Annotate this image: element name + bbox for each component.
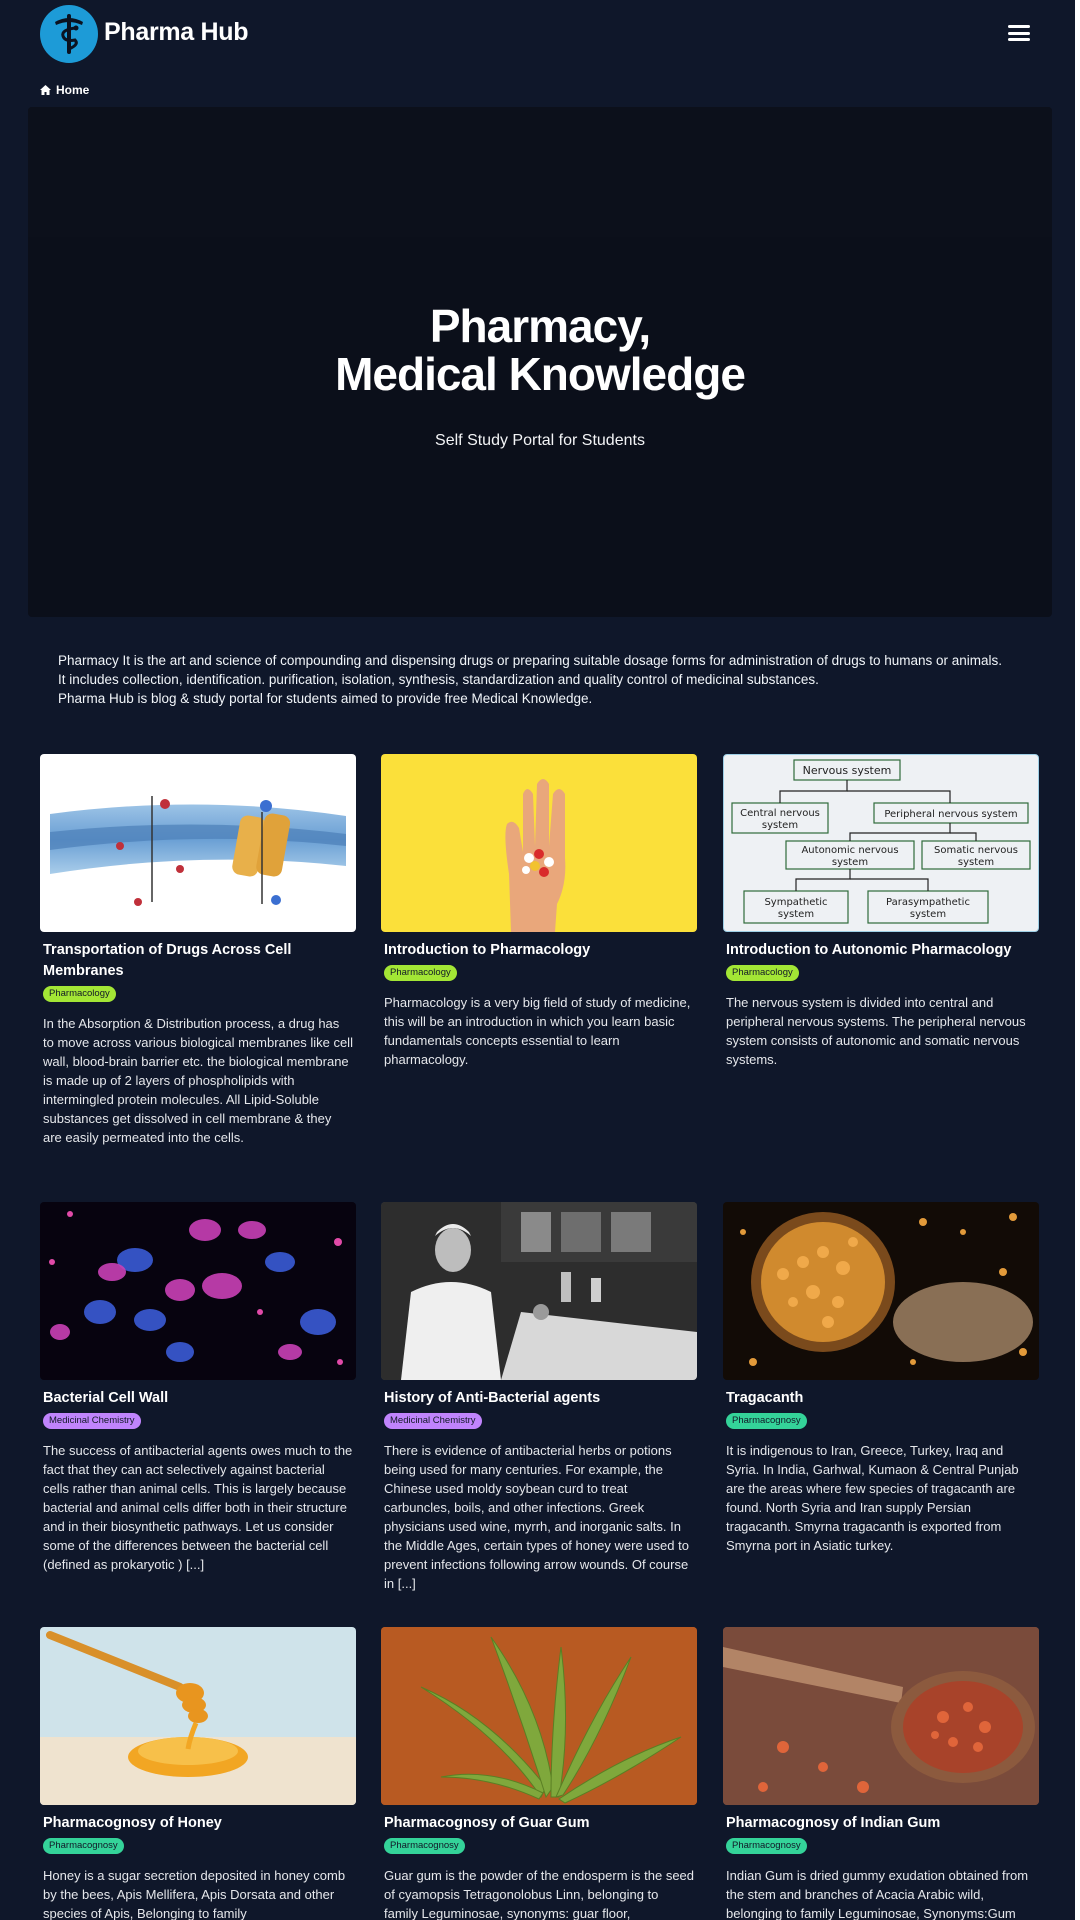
- category-tag[interactable]: Pharmacology: [726, 965, 799, 981]
- post-card[interactable]: Introduction to Pharmacology Pharmacolog…: [381, 754, 697, 1069]
- post-title[interactable]: Pharmacognosy of Honey: [43, 1813, 353, 1834]
- pharma-hub-logo[interactable]: [40, 5, 98, 63]
- post-card[interactable]: Pharmacognosy of Honey Pharmacognosy Hon…: [40, 1627, 356, 1920]
- svg-text:Parasympathetic: Parasympathetic: [886, 897, 970, 908]
- post-card[interactable]: History of Anti-Bacterial agents Medicin…: [381, 1202, 697, 1593]
- post-excerpt: Indian Gum is dried gummy exudation obta…: [726, 1868, 1029, 1920]
- hero-banner: Pharmacy, Medical Knowledge Self Study P…: [28, 107, 1052, 617]
- post-card[interactable]: Pharmacognosy of Indian Gum Pharmacognos…: [723, 1627, 1039, 1920]
- category-tag[interactable]: Medicinal Chemistry: [384, 1413, 482, 1429]
- post-title[interactable]: History of Anti-Bacterial agents: [384, 1388, 694, 1409]
- hero-title: Pharmacy, Medical Knowledge: [28, 302, 1052, 398]
- diagram-node: Nervous system: [803, 764, 892, 777]
- svg-text:system: system: [910, 909, 946, 920]
- hamburger-line: [1008, 38, 1030, 41]
- post-excerpt: Guar gum is the powder of the endosperm …: [384, 1868, 695, 1920]
- svg-text:system: system: [832, 857, 868, 868]
- post-excerpt: Pharmacology is a very big field of stud…: [384, 995, 691, 1067]
- category-tag[interactable]: Pharmacognosy: [726, 1413, 807, 1429]
- svg-text:system: system: [762, 820, 798, 831]
- post-card[interactable]: Bacterial Cell Wall Medicinal Chemistry …: [40, 1202, 356, 1574]
- hero-title-line: Medical Knowledge: [335, 348, 746, 400]
- site-header: Pharma Hub: [0, 0, 1075, 70]
- hamburger-menu-button[interactable]: [1005, 22, 1033, 44]
- svg-text:Central nervous: Central nervous: [740, 808, 820, 819]
- post-title[interactable]: Bacterial Cell Wall: [43, 1388, 353, 1409]
- page: Pharma Hub Home Pharmacy, Medical Knowle…: [0, 0, 1080, 1920]
- post-thumbnail-scientist-photo[interactable]: [381, 1202, 697, 1380]
- post-excerpt: In the Absorption & Distribution process…: [43, 1016, 353, 1145]
- post-thumbnail-pills-hand[interactable]: [381, 754, 697, 932]
- intro-line: It includes collection, identification. …: [58, 672, 819, 687]
- post-title[interactable]: Pharmacognosy of Indian Gum: [726, 1813, 1036, 1834]
- post-thumbnail-indian-gum[interactable]: [723, 1627, 1039, 1805]
- breadcrumb: Home: [40, 83, 89, 97]
- hero-top-band: [28, 107, 1052, 237]
- category-tag[interactable]: Pharmacognosy: [726, 1838, 807, 1854]
- caduceus-icon: [55, 14, 83, 54]
- post-title[interactable]: Transportation of Drugs Across Cell Memb…: [43, 940, 353, 982]
- post-thumbnail-bacterial-cells[interactable]: [40, 1202, 356, 1380]
- home-icon: [40, 85, 51, 95]
- post-thumbnail-cell-membrane[interactable]: [40, 754, 356, 932]
- post-title[interactable]: Introduction to Pharmacology: [384, 940, 694, 961]
- svg-text:Autonomic nervous: Autonomic nervous: [801, 845, 898, 856]
- intro-line: Pharma Hub is blog & study portal for st…: [58, 691, 593, 706]
- hero-title-line: Pharmacy,: [429, 300, 651, 352]
- category-tag[interactable]: Pharmacognosy: [384, 1838, 465, 1854]
- post-excerpt: It is indigenous to Iran, Greece, Turkey…: [726, 1443, 1019, 1553]
- category-tag[interactable]: Pharmacology: [384, 965, 457, 981]
- brand-name[interactable]: Pharma Hub: [104, 18, 249, 47]
- diagram-node: Peripheral nervous system: [884, 809, 1017, 820]
- post-excerpt: The success of antibacterial agents owes…: [43, 1443, 353, 1572]
- category-tag[interactable]: Pharmacology: [43, 986, 116, 1002]
- post-excerpt: The nervous system is divided into centr…: [726, 995, 1026, 1067]
- post-thumbnail-honey[interactable]: [40, 1627, 356, 1805]
- intro-text: Pharmacy It is the art and science of co…: [58, 651, 1028, 708]
- post-card[interactable]: Nervous system Central nervous system Pe…: [723, 754, 1039, 1069]
- post-title[interactable]: Introduction to Autonomic Pharmacology: [726, 940, 1036, 961]
- post-title[interactable]: Pharmacognosy of Guar Gum: [384, 1813, 694, 1834]
- post-card[interactable]: Transportation of Drugs Across Cell Memb…: [40, 754, 356, 1147]
- svg-text:system: system: [778, 909, 814, 920]
- svg-text:Somatic nervous: Somatic nervous: [934, 845, 1018, 856]
- post-thumbnail-nervous-system-diagram[interactable]: Nervous system Central nervous system Pe…: [723, 754, 1039, 932]
- post-card[interactable]: Tragacanth Pharmacognosy It is indigenou…: [723, 1202, 1039, 1555]
- scrollbar-track[interactable]: [1075, 0, 1080, 1920]
- post-thumbnail-tragacanth[interactable]: [723, 1202, 1039, 1380]
- svg-text:Sympathetic: Sympathetic: [764, 897, 827, 908]
- post-card[interactable]: Pharmacognosy of Guar Gum Pharmacognosy …: [381, 1627, 697, 1920]
- intro-line: Pharmacy It is the art and science of co…: [58, 653, 1003, 668]
- post-thumbnail-guar-gum[interactable]: [381, 1627, 697, 1805]
- hamburger-line: [1008, 31, 1030, 35]
- hamburger-line: [1008, 25, 1030, 28]
- post-excerpt: Honey is a sugar secretion deposited in …: [43, 1868, 346, 1920]
- post-title[interactable]: Tragacanth: [726, 1388, 1036, 1409]
- category-tag[interactable]: Medicinal Chemistry: [43, 1413, 141, 1429]
- category-tag[interactable]: Pharmacognosy: [43, 1838, 124, 1854]
- breadcrumb-home-link[interactable]: Home: [56, 83, 89, 97]
- hero-subtitle: Self Study Portal for Students: [435, 432, 645, 449]
- post-excerpt: There is evidence of antibacterial herbs…: [384, 1443, 689, 1591]
- svg-text:system: system: [958, 857, 994, 868]
